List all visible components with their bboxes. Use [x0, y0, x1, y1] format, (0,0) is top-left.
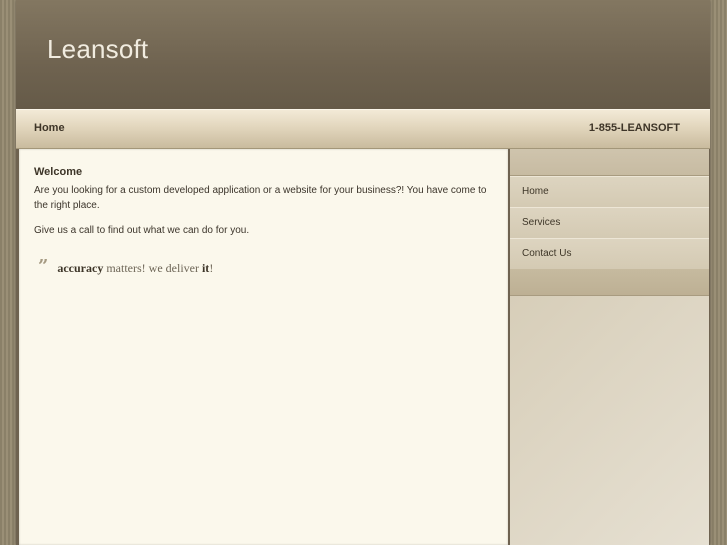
tagline-text: accuracy matters! we deliver it! — [57, 261, 213, 276]
tagline-middle: matters! we deliver — [103, 261, 202, 275]
sidebar: Home Services Contact Us — [510, 149, 709, 545]
sidebar-item-label: Home — [522, 186, 549, 197]
nav-home-link[interactable]: Home — [34, 122, 65, 134]
intro-paragraph: Are you looking for a custom developed a… — [34, 185, 487, 211]
page-frame: Leansoft Home 1-855-LEANSOFT Welcome Are… — [16, 0, 710, 545]
sidebar-item-label: Services — [522, 217, 561, 228]
quote-icon: ” — [38, 256, 49, 277]
call-paragraph: Give us a call to find out what we can d… — [34, 225, 250, 236]
tagline-end: ! — [209, 261, 214, 275]
tagline-quote: ” accuracy matters! we deliver it! — [38, 258, 213, 276]
sidebar-item-services[interactable]: Services — [510, 207, 709, 239]
header: Leansoft — [16, 0, 710, 109]
top-nav-bar: Home 1-855-LEANSOFT — [16, 109, 710, 149]
sidebar-background — [510, 296, 709, 545]
phone-number: 1-855-LEANSOFT — [588, 122, 680, 134]
sidebar-item-label: Contact Us — [522, 248, 572, 259]
page-title: Welcome — [34, 166, 83, 178]
sidebar-footer — [510, 269, 709, 296]
site-logo-text[interactable]: Leansoft — [47, 34, 148, 65]
sidebar-header — [510, 149, 709, 176]
main-content: Welcome Are you looking for a custom dev… — [19, 149, 508, 545]
sidebar-item-home[interactable]: Home — [510, 176, 709, 208]
tagline-word-accuracy: accuracy — [57, 261, 104, 275]
sidebar-item-contact-us[interactable]: Contact Us — [510, 238, 709, 270]
